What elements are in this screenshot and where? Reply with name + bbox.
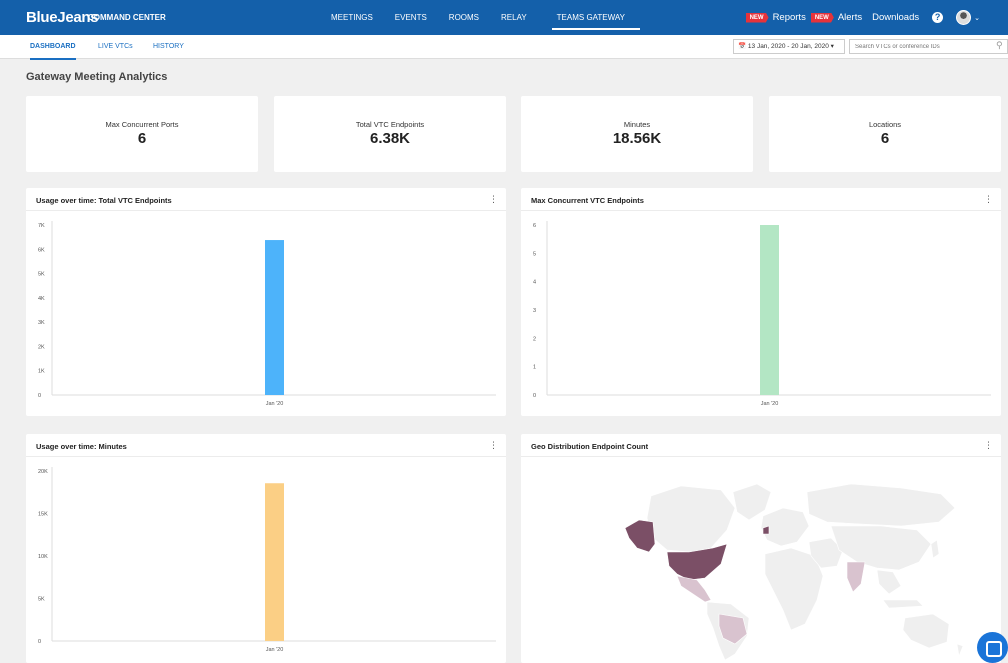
panel-minutes: Usage over time: Minutes ⋮ 0 5K 10K 15K 20K J… (26, 434, 506, 663)
new-badge: NEW (810, 12, 834, 23)
search-icon[interactable]: ⚲ (996, 40, 1003, 51)
y-tick-label: 4 (533, 280, 536, 286)
header-actions: NEW Reports NEW Alerts Downloads ? ⌄ (745, 0, 980, 35)
map-region-canada (646, 485, 736, 553)
y-tick-label: 5 (533, 251, 536, 257)
x-tick-label: Jan '20 (266, 401, 284, 407)
caret-down-icon: ▾ (830, 43, 834, 50)
stat-value: 6.38K (369, 130, 411, 147)
tab-dashboard[interactable]: DASHBOARD (30, 35, 76, 60)
date-range-value: 13 Jan, 2020 - 20 Jan, 2020 (747, 43, 829, 50)
stat-label: Total VTC Endpoints (355, 120, 425, 129)
stat-label: Locations (868, 120, 902, 129)
chat-support-button[interactable] (977, 632, 1008, 663)
panel-max-concurrent: Max Concurrent VTC Endpoints ⋮ 0 1 2 3 4 5 6 Ja… (521, 188, 1001, 416)
tab-live-vtcs[interactable]: LIVE VTCs (98, 35, 133, 58)
alerts-link[interactable]: Alerts (838, 12, 862, 23)
nav-events[interactable]: EVENTS (384, 0, 438, 35)
stat-label: Minutes (623, 120, 651, 129)
downloads-link[interactable]: Downloads (872, 12, 919, 23)
search-input[interactable] (849, 39, 1008, 54)
y-tick-label: 7K (38, 223, 45, 229)
nav-teams-gateway[interactable]: TEAMS GATEWAY (546, 0, 641, 35)
date-range-picker[interactable]: 📅 13 Jan, 2020 - 20 Jan, 2020 ▾ (733, 39, 845, 54)
y-tick-label: 20K (38, 469, 48, 475)
map-region-new-zealand (956, 643, 964, 658)
y-tick-label: 5K (38, 272, 45, 278)
world-map[interactable] (521, 434, 1001, 663)
tab-history[interactable]: HISTORY (153, 35, 184, 58)
map-region-russia (806, 483, 956, 527)
stat-value: 6 (137, 130, 147, 147)
new-badge: NEW (745, 12, 769, 23)
calendar-icon: 📅 (738, 43, 747, 50)
y-tick-label: 1 (533, 365, 536, 371)
map-region-se-asia (876, 569, 902, 595)
y-tick-label: 6K (38, 247, 45, 253)
nav-rooms[interactable]: ROOMS (438, 0, 490, 35)
map-region-indonesia (882, 599, 924, 609)
y-tick-label: 5K (38, 597, 45, 603)
bar[interactable] (265, 483, 284, 641)
bar-chart-vtc-endpoints: 0 1K 2K 3K 4K 5K 6K 7K Jan '20 (38, 221, 496, 407)
map-region-alaska (624, 519, 656, 553)
reports-link[interactable]: Reports (773, 12, 806, 23)
nav-meetings[interactable]: MEETINGS (320, 0, 384, 35)
stat-label: Max Concurrent Ports (105, 120, 179, 129)
map-region-asia (830, 525, 932, 571)
y-tick-label: 15K (38, 512, 48, 518)
y-tick-label: 10K (38, 554, 48, 560)
stat-card-locations: Locations 6 (769, 96, 1001, 172)
chevron-down-icon[interactable]: ⌄ (974, 14, 980, 22)
avatar[interactable] (956, 10, 972, 25)
bar-chart-minutes: 0 5K 10K 15K 20K Jan '20 (38, 467, 496, 653)
y-tick-label: 3K (38, 320, 45, 326)
map-region-greenland (732, 483, 772, 521)
bar[interactable] (265, 240, 284, 395)
stat-card-total-vtc-endpoints: Total VTC Endpoints 6.38K (274, 96, 506, 172)
x-tick-label: Jan '20 (761, 401, 779, 407)
bar-chart-max-concurrent: 0 1 2 3 4 5 6 Jan '20 (533, 221, 991, 407)
map-region-australia (902, 613, 950, 649)
stat-value: 6 (880, 130, 890, 147)
stat-card-max-concurrent-ports: Max Concurrent Ports 6 (26, 96, 258, 172)
y-tick-label: 4K (38, 296, 45, 302)
panel-vtc-endpoints: Usage over time: Total VTC Endpoints ⋮ 0… (26, 188, 506, 416)
y-tick-label: 2 (533, 336, 536, 342)
y-tick-label: 1K (38, 369, 45, 375)
main-nav: MEETINGS EVENTS ROOMS RELAY TEAMS GATEWA… (320, 0, 641, 35)
y-tick-label: 6 (533, 223, 536, 229)
x-tick-label: Jan '20 (266, 647, 284, 653)
map-region-india (846, 561, 866, 593)
map-region-mexico (676, 575, 712, 603)
y-tick-label: 0 (38, 393, 41, 399)
y-tick-label: 3 (533, 308, 536, 314)
bar[interactable] (760, 225, 779, 395)
help-icon[interactable]: ? (932, 12, 944, 23)
sub-nav: DASHBOARD LIVE VTCs HISTORY 📅 13 Jan, 20… (0, 35, 1008, 60)
stat-card-minutes: Minutes 18.56K (521, 96, 753, 172)
nav-relay[interactable]: RELAY (490, 0, 538, 35)
page-title: Gateway Meeting Analytics (26, 71, 168, 83)
top-bar: BlueJeans COMMAND CENTER MEETINGS EVENTS… (0, 0, 1008, 35)
y-tick-label: 2K (38, 344, 45, 350)
app-name: COMMAND CENTER (88, 13, 166, 22)
stat-value: 18.56K (612, 130, 662, 147)
y-tick-label: 0 (533, 393, 536, 399)
map-region-japan (930, 539, 940, 559)
panel-geo-distribution: Geo Distribution Endpoint Count ⋮ (521, 434, 1001, 663)
y-tick-label: 0 (38, 639, 41, 645)
